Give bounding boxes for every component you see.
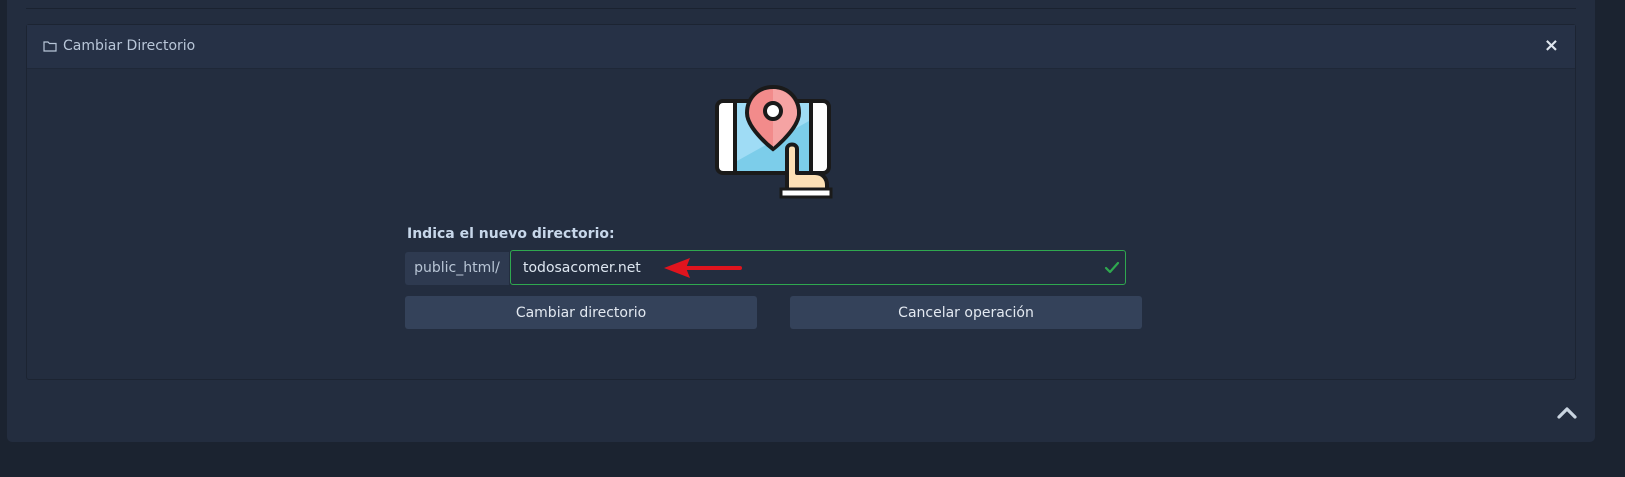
map-pin-touch-icon [715, 84, 833, 199]
check-icon [1104, 261, 1120, 274]
close-icon[interactable]: × [1544, 35, 1559, 56]
card-title-text: Cambiar Directorio [63, 38, 196, 54]
cancel-operation-button[interactable]: Cancelar operación [790, 296, 1142, 329]
directory-prefix: public_html/ [405, 252, 509, 285]
top-divider [26, 0, 1576, 9]
directory-label: Indica el nuevo directorio: [407, 226, 615, 242]
card-title: Cambiar Directorio [43, 38, 195, 54]
folder-icon [43, 41, 57, 52]
card-header: Cambiar Directorio × [27, 25, 1575, 69]
change-directory-button[interactable]: Cambiar directorio [405, 296, 757, 329]
directory-input[interactable] [510, 250, 1126, 285]
red-arrow-pointer [664, 258, 742, 278]
chevron-up-icon[interactable] [1556, 404, 1578, 420]
